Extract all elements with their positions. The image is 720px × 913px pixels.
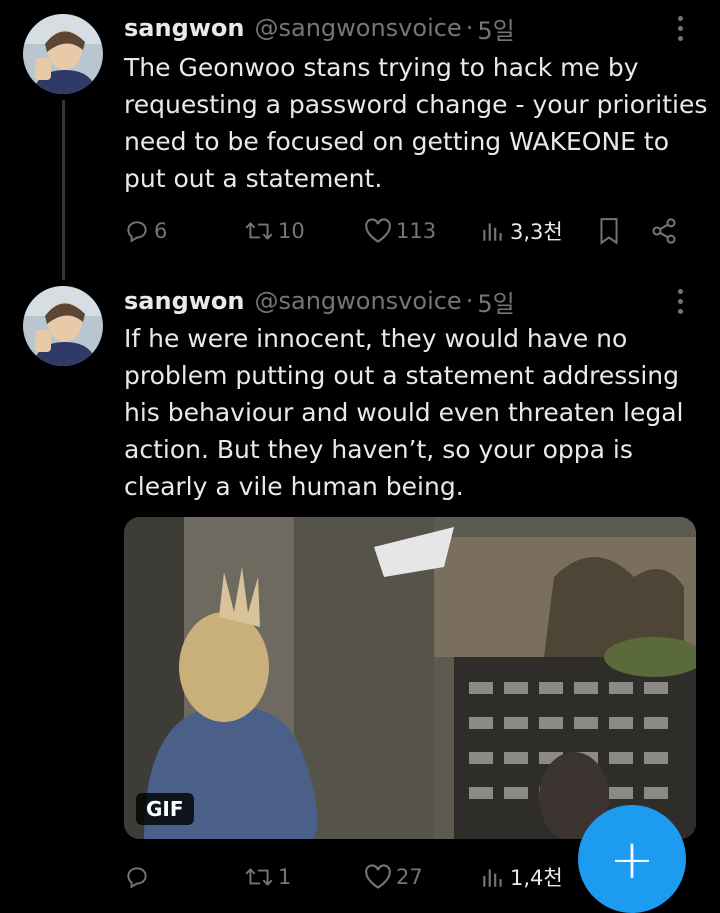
plus-icon: + [609, 827, 655, 891]
bookmark-button[interactable] [596, 211, 622, 251]
retweet-button[interactable]: 1 [244, 857, 291, 897]
reply-button[interactable] [124, 857, 154, 897]
heart-icon [365, 218, 391, 243]
gif-frame-image [124, 517, 696, 839]
like-count: 113 [396, 219, 437, 243]
compose-tweet-button[interactable]: + [578, 805, 686, 913]
like-count: 27 [396, 865, 423, 889]
reply-icon [127, 867, 147, 889]
reply-icon [127, 221, 147, 243]
bar-chart-icon [483, 869, 502, 887]
thread-connector-line [62, 100, 65, 280]
like-button[interactable]: 27 [364, 857, 423, 897]
avatar[interactable] [23, 286, 103, 366]
more-dot-icon [677, 308, 683, 314]
reply-count: 6 [154, 219, 168, 243]
more-dot-icon [677, 35, 683, 41]
retweet-icon [245, 222, 273, 240]
separator-dot: · [465, 14, 474, 42]
display-name[interactable]: sangwon [124, 287, 245, 315]
reply-button[interactable]: 6 [124, 211, 167, 251]
gif-media[interactable]: GIF [124, 517, 696, 839]
share-icon [652, 218, 676, 244]
tweet-header: sangwon @sangwonsvoice · 5일 [124, 10, 515, 46]
view-count: 1,4천 [510, 866, 563, 890]
more-options-button[interactable] [664, 285, 696, 317]
views-button[interactable]: 1,4천 [480, 857, 563, 897]
share-button[interactable] [650, 211, 678, 251]
separator-dot: · [465, 287, 474, 315]
bookmark-icon [600, 218, 618, 245]
retweet-count: 10 [278, 219, 305, 243]
user-handle[interactable]: @sangwonsvoice [255, 14, 462, 42]
avatar[interactable] [23, 14, 103, 94]
user-handle[interactable]: @sangwonsvoice [255, 287, 462, 315]
heart-icon [365, 864, 391, 889]
tweet-text: If he were innocent, they would have no … [124, 324, 684, 501]
gif-badge: GIF [136, 793, 194, 825]
more-options-button[interactable] [664, 12, 696, 44]
bar-chart-icon [483, 223, 502, 241]
retweet-count: 1 [278, 865, 292, 889]
tweet-text: The Geonwoo stans trying to hack me by r… [124, 53, 708, 193]
more-dot-icon [677, 25, 683, 31]
display-name[interactable]: sangwon [124, 14, 245, 42]
tweet-timestamp[interactable]: 5일 [477, 284, 514, 319]
more-dot-icon [677, 15, 683, 21]
retweet-button[interactable]: 10 [244, 211, 305, 251]
more-dot-icon [677, 298, 683, 304]
views-button[interactable]: 3,3천 [480, 211, 563, 251]
like-button[interactable]: 113 [364, 211, 436, 251]
view-count: 3,3천 [510, 220, 563, 244]
tweet-actions: 6 10 113 3,3천 [124, 211, 684, 251]
tweet-timestamp[interactable]: 5일 [477, 11, 514, 46]
tweet-header: sangwon @sangwonsvoice · 5일 [124, 283, 515, 319]
retweet-icon [245, 868, 273, 886]
more-dot-icon [677, 288, 683, 294]
